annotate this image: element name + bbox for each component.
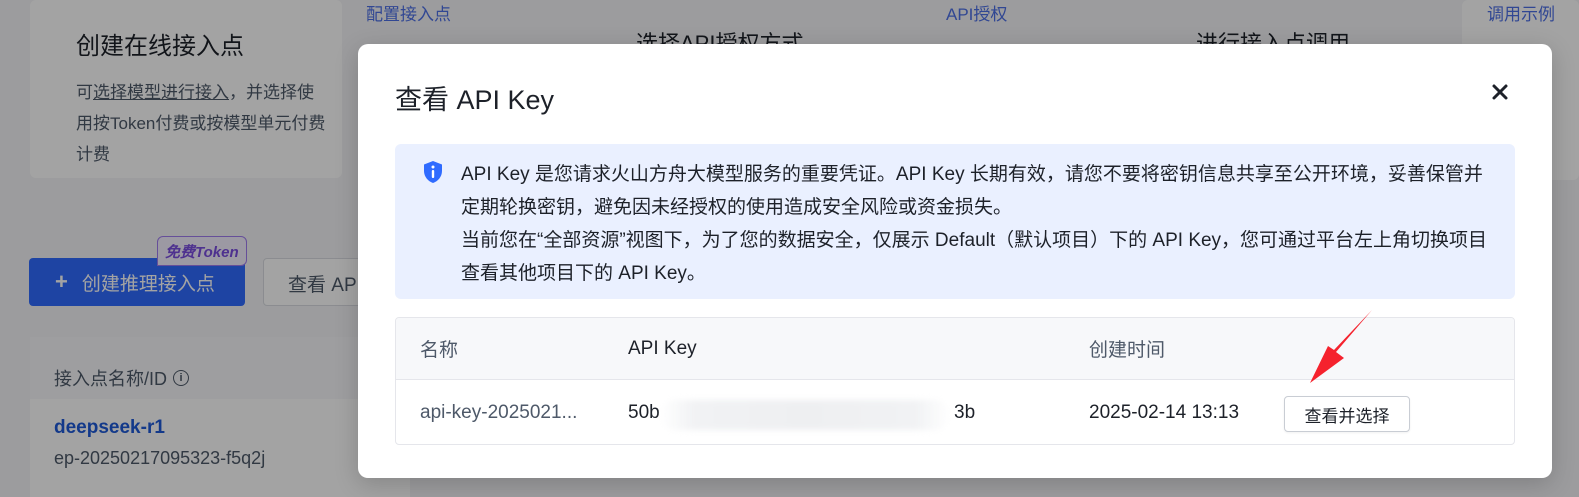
alert-text-1: API Key 是您请求火山方舟大模型服务的重要凭证。API Key 长期有效，… (461, 164, 1483, 218)
view-and-select-button[interactable]: 查看并选择 (1284, 396, 1410, 432)
info-alert: API Key 是您请求火山方舟大模型服务的重要凭证。API Key 长期有效，… (395, 144, 1515, 299)
close-icon[interactable] (1488, 80, 1512, 104)
table-row: api-key-2025021... 50b 3b 2025-02-14 13:… (396, 380, 1514, 444)
api-key-name: api-key-2025021... (420, 402, 578, 423)
api-key-table: 名称 API Key 创建时间 api-key-2025021... 50b 3… (395, 317, 1515, 445)
header-created-time: 创建时间 (1089, 340, 1166, 361)
api-key-modal: 查看 API Key API Key 是您请求火山方舟大模型服务的重要凭证。AP… (358, 44, 1552, 478)
table-header: 名称 API Key 创建时间 (396, 318, 1514, 380)
api-key-redaction (660, 400, 950, 430)
modal-title: 查看 API Key (395, 85, 555, 115)
api-key-value-end: 3b (954, 402, 976, 423)
api-key-value-start: 50b (628, 402, 660, 423)
alert-text-2: 当前您在“全部资源”视图下，为了您的数据安全，仅展示 Default（默认项目）… (461, 230, 1488, 284)
header-api-key: API Key (628, 337, 697, 359)
header-name: 名称 (420, 340, 459, 361)
created-time: 2025-02-14 13:13 (1089, 402, 1240, 423)
shield-info-icon (422, 160, 444, 195)
